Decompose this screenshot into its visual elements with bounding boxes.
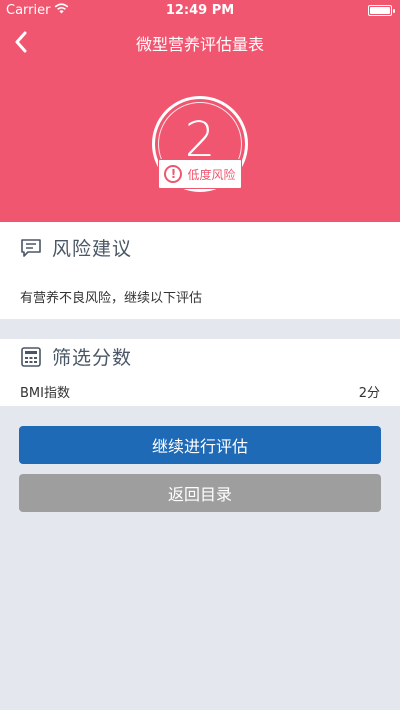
page-title: 微型营养评估量表	[135, 35, 264, 54]
chevron-left-icon	[15, 31, 27, 53]
risk-badge: ! 低度风险	[158, 159, 242, 189]
battery-icon	[368, 5, 395, 16]
screening-score-title: 筛选分数	[52, 347, 133, 369]
risk-advice-card: 风险建议 有营养不良风险，继续以下评估	[0, 222, 400, 319]
score-row-value: 2分	[358, 386, 380, 401]
header-banner: Carrier 12:49 PM 微型营养评估量表 2 ! 低度风险	[0, 0, 400, 222]
continue-assessment-button[interactable]: 继续进行评估	[19, 426, 381, 464]
navigation-bar: 微型营养评估量表	[0, 22, 400, 62]
risk-advice-title: 风险建议	[52, 238, 133, 260]
chat-bubble-icon	[21, 238, 41, 257]
calculator-icon	[21, 346, 41, 367]
status-time: 12:49 PM	[165, 3, 235, 18]
back-button[interactable]	[6, 26, 36, 58]
exclamation-circle-icon: !	[164, 165, 183, 183]
status-bar: Carrier 12:49 PM	[0, 0, 400, 22]
risk-label: 低度风险	[187, 167, 236, 182]
battery-fill	[370, 7, 390, 14]
screening-score-card: 筛选分数 BMI指数 2分	[0, 339, 400, 406]
score-row-label: BMI指数	[20, 386, 70, 401]
risk-advice-text: 有营养不良风险，继续以下评估	[20, 291, 203, 306]
return-to-catalog-button[interactable]: 返回目录	[19, 474, 381, 512]
risk-advice-header: 风险建议	[20, 234, 132, 261]
screening-score-header: 筛选分数	[20, 343, 132, 370]
